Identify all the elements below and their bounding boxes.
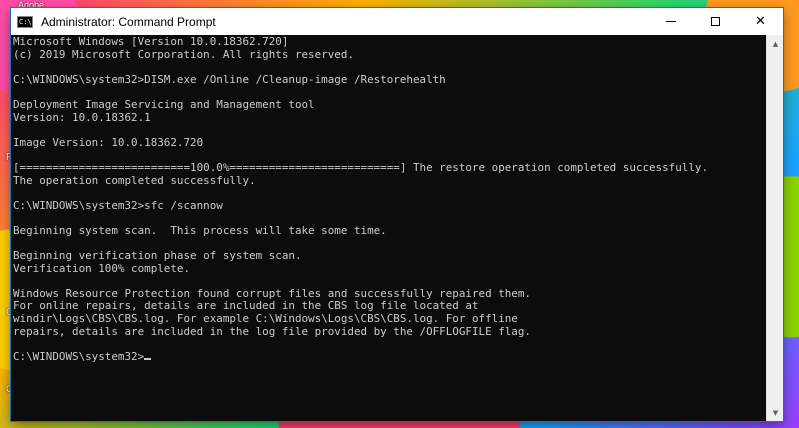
maximize-icon [711,17,720,26]
console-line: C:\WINDOWS\system32>sfc /scannow [13,198,223,212]
console-output[interactable]: Microsoft Windows [Version 10.0.18362.72… [11,35,766,421]
close-button[interactable]: ✕ [738,8,783,35]
scrollbar-thumb[interactable] [770,52,780,404]
text-cursor [144,357,152,360]
minimize-icon [665,21,676,22]
console-line: Microsoft Windows [Version 10.0.18362.72… [13,35,289,48]
window-title: Administrator: Command Prompt [41,14,216,29]
console-line: The operation completed successfully. [13,173,256,187]
window-controls: ✕ [648,8,783,35]
command-prompt-icon[interactable]: C:\ [17,15,33,28]
console-line: repairs, details are included in the log… [13,324,531,338]
console-line: Deployment Image Servicing and Managemen… [13,97,315,111]
console-line: [==========================100.0%=======… [13,160,709,174]
minimize-button[interactable] [648,8,693,35]
vertical-scrollbar[interactable]: ▲ ▼ [766,35,783,421]
console-line: windir\Logs\CBS\CBS.log. For example C:\… [13,312,518,326]
console-line: Beginning verification phase of system s… [13,249,302,263]
scroll-down-icon[interactable]: ▼ [767,404,784,421]
close-icon: ✕ [755,14,766,29]
command-prompt-window[interactable]: C:\ Administrator: Command Prompt ✕ Micr… [11,8,783,421]
console-line: Image Version: 10.0.18362.720 [13,135,204,149]
maximize-button[interactable] [693,8,738,35]
console-line: Beginning system scan. This process will… [13,223,387,237]
console-line: Verification 100% complete. [13,261,191,275]
console-line: Version: 10.0.18362.1 [13,110,151,124]
console-line: C:\WINDOWS\system32>DISM.exe /Online /Cl… [13,72,446,86]
console-line: C:\WINDOWS\system32> [13,350,766,364]
scroll-up-icon[interactable]: ▲ [767,35,784,52]
console-line: (c) 2019 Microsoft Corporation. All righ… [13,47,354,61]
title-bar[interactable]: C:\ Administrator: Command Prompt ✕ [11,8,783,35]
